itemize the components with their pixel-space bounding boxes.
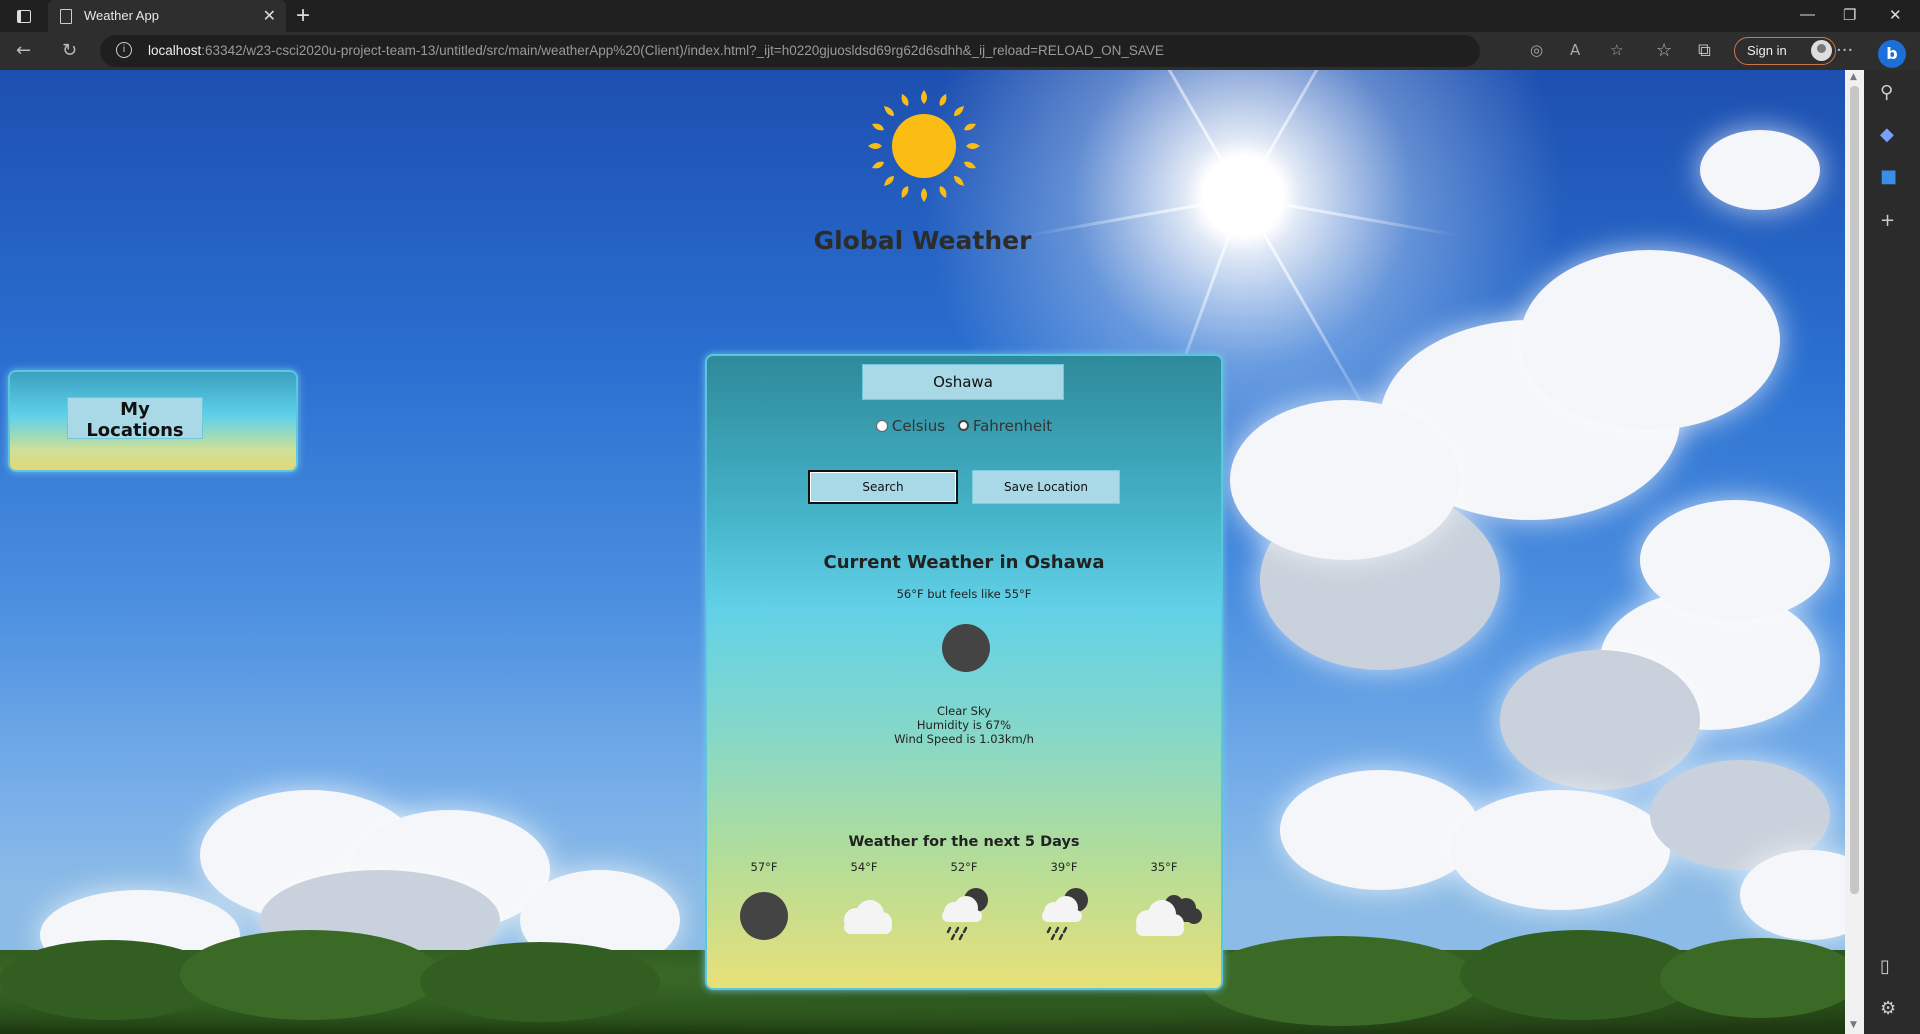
cloud-icon [844,900,892,934]
save-location-button[interactable]: Save Location [972,470,1120,504]
settings-icon[interactable]: ⚙ [1880,998,1896,1019]
add-app-icon[interactable]: + [1880,210,1895,231]
site-info-icon[interactable]: i [116,42,132,58]
forecast-title: Weather for the next 5 Days [848,834,1080,850]
current-temperature: 56°F but feels like 55°F [896,587,1032,601]
forecast-temp: 57°F [750,860,778,874]
forecast-temp: 39°F [1050,860,1078,874]
forecast-day: 57°F [714,860,814,940]
night-rain-icon [1042,888,1088,941]
close-window-icon[interactable]: ✕ [1889,6,1902,24]
page-scrollbar[interactable]: ▲ ▼ [1845,70,1864,1034]
weather-panel: Celsius Fahrenheit Search Save Location … [705,354,1223,990]
tab-title: Weather App [84,8,159,23]
my-locations-card: My Locations [8,370,298,472]
wind-speed-text: Wind Speed is 1.03km/h [894,732,1034,746]
refresh-icon[interactable]: ↻ [62,40,77,61]
sidebar-toggle-icon[interactable]: ▯ [1880,956,1890,977]
fahrenheit-radio[interactable] [957,420,969,431]
page-title: Global Weather [813,226,1032,255]
weather-description: Clear Sky [936,704,992,718]
forecast-temp: 35°F [1150,860,1178,874]
outlook-icon[interactable]: ■ [1880,166,1897,187]
moon-icon [740,892,788,940]
favorites-icon[interactable]: ☆ [1656,40,1672,61]
forecast-day: 39°F [1014,860,1114,941]
restore-icon[interactable]: ❐ [1843,6,1856,24]
forecast-temp: 52°F [950,860,978,874]
add-favorite-icon[interactable]: ☆ [1610,41,1623,59]
celsius-radio[interactable] [875,419,888,432]
sun-icon [868,90,980,202]
tab-actions-icon[interactable] [12,6,34,26]
night-clouds-icon [1136,895,1202,936]
forecast-day: 52°F [914,860,1014,941]
search-icon[interactable]: ⚲ [1880,82,1893,103]
humidity-text: Humidity is 67% [916,718,1012,732]
forecast-day: 54°F [814,860,914,934]
location-icon[interactable]: ◎ [1530,41,1543,59]
avatar-icon [1811,40,1832,61]
my-locations-button[interactable]: My Locations [67,397,203,441]
unit-selector: Celsius Fahrenheit [707,417,1221,435]
url-text: localhost:63342/w23-csci2020u-project-te… [148,43,1164,58]
city-search-input[interactable] [862,364,1064,400]
copilot-icon[interactable]: b [1878,40,1906,68]
back-icon[interactable]: ← [16,40,31,61]
browser-toolbar: ← ↻ i localhost:63342/w23-csci2020u-proj… [0,32,1920,70]
read-aloud-icon[interactable]: A [1570,41,1580,59]
sign-in-button[interactable]: Sign in [1734,37,1836,65]
close-tab-icon[interactable]: ✕ [263,6,276,25]
night-rain-icon [942,888,988,941]
scroll-down-icon[interactable]: ▼ [1850,1020,1857,1030]
current-weather-title: Current Weather in Oshawa [823,552,1105,573]
collections-icon[interactable]: ⧉ [1698,40,1711,61]
page-icon [60,9,72,24]
forecast-temp: 54°F [850,860,878,874]
fahrenheit-label: Fahrenheit [972,417,1053,435]
browser-tab[interactable]: Weather App ✕ [48,0,286,32]
moon-icon [942,624,990,672]
scroll-thumb[interactable] [1850,86,1859,894]
new-tab-icon[interactable]: + [296,2,310,30]
celsius-label: Celsius [891,417,946,435]
shopping-icon[interactable]: ◆ [1880,124,1894,145]
minimize-icon[interactable]: — [1800,6,1815,23]
forecast-day: 35°F [1114,860,1214,936]
scroll-up-icon[interactable]: ▲ [1850,72,1857,82]
page-viewport: Global Weather My Locations Celsius Fahr… [0,70,1845,1034]
more-icon[interactable]: ··· [1836,40,1853,61]
tab-bar: Weather App ✕ + — ❐ ✕ [0,0,1920,32]
address-bar[interactable]: i localhost:63342/w23-csci2020u-project-… [100,35,1623,67]
search-button[interactable]: Search [808,470,958,504]
